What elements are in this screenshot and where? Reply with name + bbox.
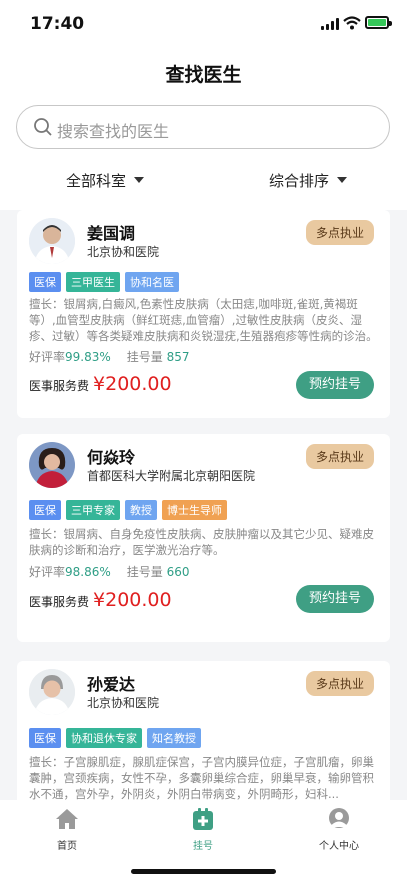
doctor-avatar: [29, 442, 75, 488]
page-header: 查找医生 搜索查找的医生 全部科室 综合排序: [0, 50, 407, 210]
book-appointment-button[interactable]: 预约挂号: [296, 371, 374, 399]
tag: 三甲医生: [66, 272, 120, 292]
tag: 医保: [29, 728, 61, 748]
service-fee: 医事服务费 ¥200.00: [29, 589, 172, 611]
search-placeholder: 搜索查找的医生: [57, 122, 170, 141]
bookings-value: 857: [166, 350, 190, 364]
caret-down-icon: [337, 176, 348, 183]
wifi-icon: [343, 16, 361, 30]
sort-filter-label: 综合排序: [269, 172, 330, 190]
service-fee: 医事服务费 ¥200.00: [29, 373, 172, 395]
sort-filter[interactable]: 综合排序: [269, 170, 348, 191]
tag: 医保: [29, 500, 61, 520]
doctor-hospital: 北京协和医院: [87, 245, 160, 259]
doctor-tags: 医保 三甲专家 教授 博士生导师: [29, 500, 227, 520]
bookings-value: 660: [166, 565, 190, 579]
doctor-list: 姜国调 北京协和医院 多点执业 医保 三甲医生 协和名医 擅长：银屑病,白癜风,…: [0, 210, 407, 800]
doctor-hospital: 北京协和医院: [87, 696, 160, 710]
doctor-specialty: 擅长：银屑病,白癜风,色素性皮肤病（太田痣,咖啡斑,雀斑,黄褐斑等）,血管型皮肤…: [29, 297, 378, 343]
status-bar: 17:40: [0, 0, 407, 50]
multi-practice-badge: 多点执业: [305, 671, 374, 696]
tag: 博士生导师: [162, 500, 227, 520]
multi-practice-badge: 多点执业: [305, 220, 374, 245]
tag: 协和退休专家: [66, 728, 142, 748]
doctor-card[interactable]: 孙爱达 北京协和医院 多点执业 医保 协和退休专家 知名教授 擅长：子宫腺肌症，…: [17, 661, 390, 800]
department-filter-label: 全部科室: [66, 172, 127, 190]
department-filter[interactable]: 全部科室: [66, 170, 145, 191]
doctor-card[interactable]: 姜国调 北京协和医院 多点执业 医保 三甲医生 协和名医 擅长：银屑病,白癜风,…: [17, 210, 390, 418]
cellular-signal-icon: [321, 18, 339, 30]
rating-label: 好评率: [29, 565, 66, 579]
doctor-name: 姜国调: [87, 224, 136, 243]
home-icon: [56, 809, 78, 829]
tag: 知名教授: [147, 728, 201, 748]
doctor-tags: 医保 协和退休专家 知名教授: [29, 728, 201, 748]
multi-practice-badge: 多点执业: [305, 444, 374, 469]
tab-home[interactable]: 首页: [22, 808, 112, 852]
doctor-stats: 好评率98.86% 挂号量 660: [29, 563, 190, 580]
doctor-avatar: [29, 218, 75, 264]
tab-register-label: 挂号: [193, 841, 213, 852]
fee-label: 医事服务费: [29, 595, 90, 609]
tag: 协和名医: [125, 272, 179, 292]
doctor-tags: 医保 三甲医生 协和名医: [29, 272, 179, 292]
battery-icon: [365, 16, 392, 29]
doctor-card[interactable]: 何焱玲 首都医科大学附属北京朝阳医院 多点执业 医保 三甲专家 教授 博士生导师…: [17, 434, 390, 642]
doctor-name: 孙爱达: [87, 675, 136, 694]
home-indicator: [131, 869, 276, 874]
user-icon: [329, 808, 349, 828]
bookings-label: 挂号量: [126, 350, 163, 364]
tab-home-label: 首页: [57, 841, 77, 852]
tab-profile-label: 个人中心: [319, 841, 359, 852]
rating-label: 好评率: [29, 350, 66, 364]
doctor-avatar: [29, 669, 75, 715]
book-appointment-button[interactable]: 预约挂号: [296, 585, 374, 613]
tab-profile[interactable]: 个人中心: [294, 808, 384, 852]
tag: 教授: [125, 500, 157, 520]
doctor-specialty: 擅长：银屑病、自身免疫性皮肤病、皮肤肿瘤以及其它少见、疑难皮肤病的诊断和治疗，医…: [29, 527, 374, 557]
caret-down-icon: [134, 176, 145, 183]
doctor-hospital: 首都医科大学附属北京朝阳医院: [87, 469, 256, 483]
doctor-specialty: 擅长：子宫腺肌症，腺肌症保宫，子宫内膜异位症，子宫肌瘤，卵巢囊肿，宫颈疾病，女性…: [29, 755, 374, 800]
rating-value: 99.83%: [65, 350, 111, 364]
tab-register[interactable]: 挂号: [158, 808, 248, 852]
bookings-label: 挂号量: [126, 565, 163, 579]
search-icon: [34, 118, 52, 136]
rating-value: 98.86%: [65, 565, 111, 579]
fee-label: 医事服务费: [29, 379, 90, 393]
tag: 医保: [29, 272, 61, 292]
doctor-stats: 好评率99.83% 挂号量 857: [29, 348, 190, 365]
search-input[interactable]: 搜索查找的医生: [16, 105, 390, 149]
fee-price: ¥200.00: [93, 589, 172, 611]
doctor-name: 何焱玲: [87, 448, 136, 467]
medical-register-icon: [193, 808, 213, 830]
status-time: 17:40: [30, 14, 85, 34]
tag: 三甲专家: [66, 500, 120, 520]
page-title: 查找医生: [165, 64, 242, 86]
fee-price: ¥200.00: [93, 373, 172, 395]
